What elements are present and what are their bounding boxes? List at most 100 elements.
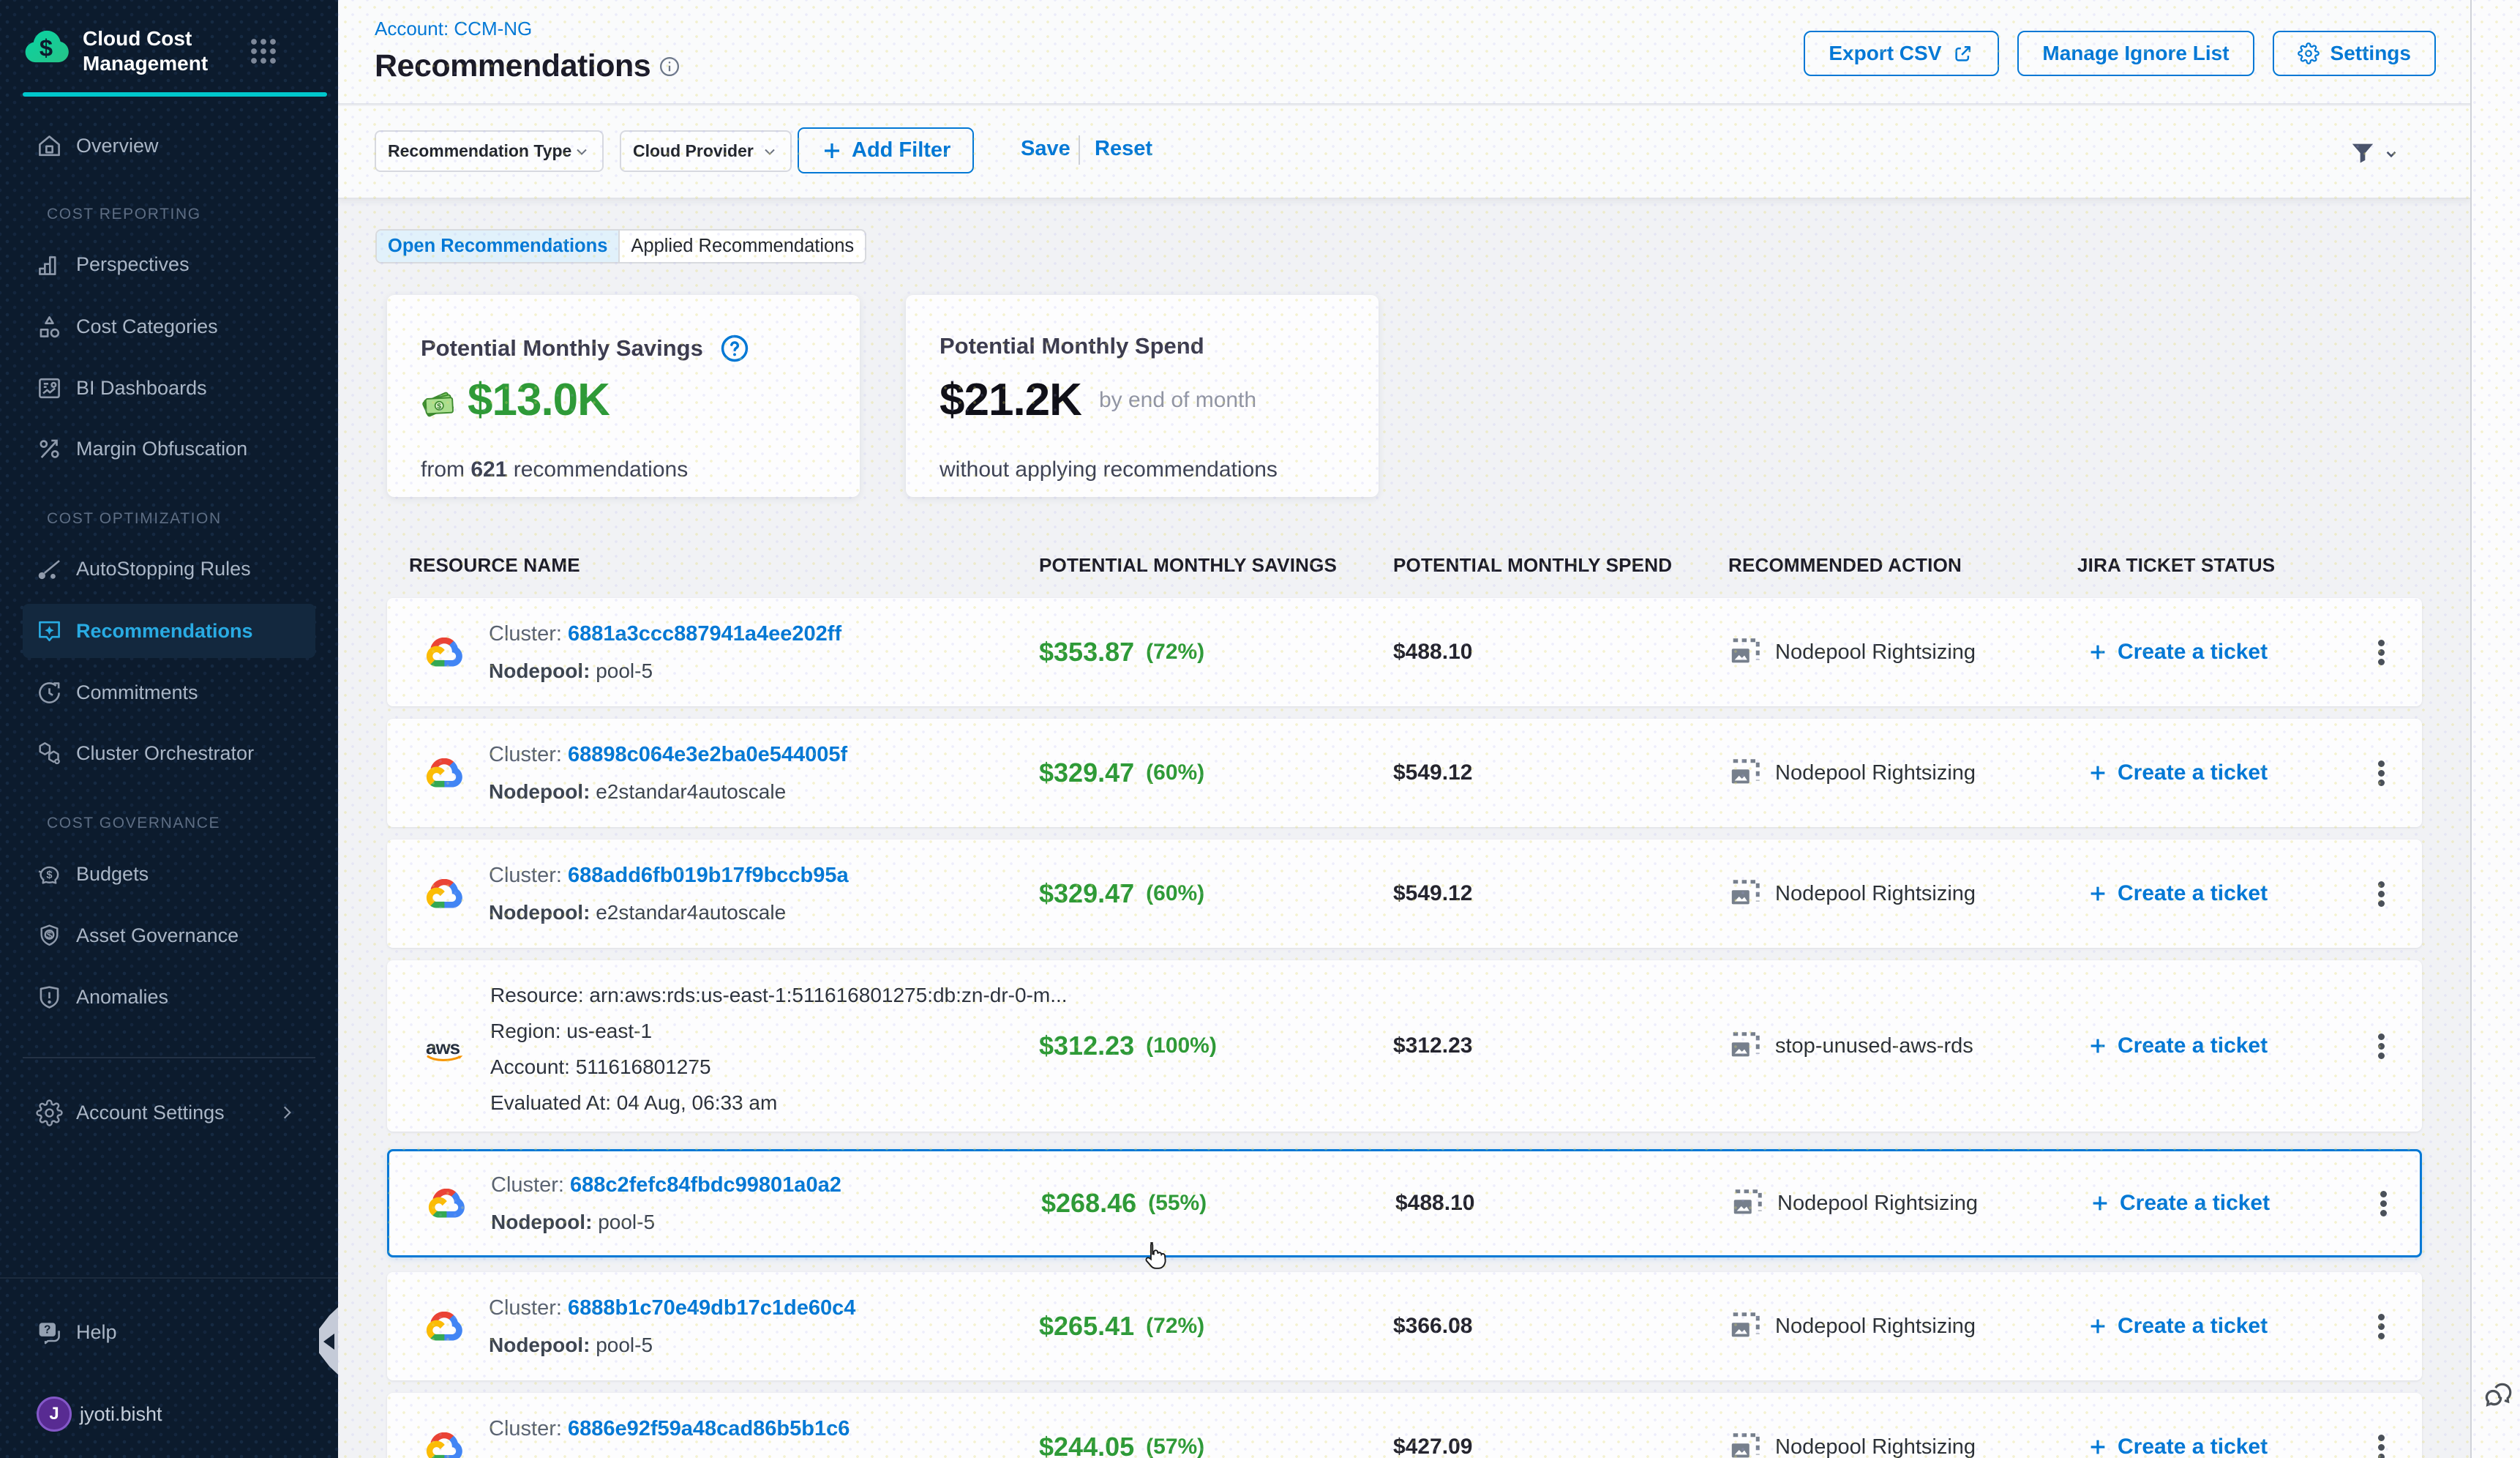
row-menu-button[interactable] <box>2370 840 2392 948</box>
sidebar-item-bi-dashboards[interactable]: BI Dashboards <box>23 364 315 411</box>
table-row[interactable]: Cluster: 688add6fb019b17f9bccb95a Nodepo… <box>387 840 2422 948</box>
savings-pct: (57%) <box>1146 1435 1204 1458</box>
action-label: Nodepool Rightsizing <box>1775 640 1976 665</box>
info-icon[interactable] <box>659 56 680 78</box>
sidebar-item-cluster-orchestrator[interactable]: Cluster Orchestrator <box>23 730 315 777</box>
cell-recommended-action: Nodepool Rightsizing <box>1728 1393 1976 1458</box>
manage-ignore-list-button[interactable]: Manage Ignore List <box>2017 31 2254 76</box>
cluster-link[interactable]: 688add6fb019b17f9bccb95a <box>568 864 849 887</box>
region-line: Region: us-east-1 <box>490 1013 1068 1049</box>
sidebar: $ Cloud Cost Management Overview COST RE… <box>0 0 338 1458</box>
summary-cards: Potential Monthly Savings $ $13.0K from … <box>387 295 1379 497</box>
row-menu-button[interactable] <box>2370 719 2392 827</box>
sidebar-item-recommendations[interactable]: Recommendations <box>23 604 315 658</box>
nodepool-line: Nodepool: e2standar4autoscale <box>489 901 849 924</box>
svg-text:$: $ <box>47 929 53 940</box>
cell-resource-name: Cluster: 6881a3ccc887941a4ee202ff Nodepo… <box>426 598 1377 706</box>
savings-value: $268.46 <box>1041 1188 1136 1219</box>
table-row[interactable]: Resource: arn:aws:rds:us-east-1:51161680… <box>387 960 2422 1132</box>
gcp-icon <box>426 1432 462 1458</box>
sidebar-item-perspectives[interactable]: Perspectives <box>23 241 315 288</box>
spend-value: $488.10 <box>1395 1191 1474 1216</box>
savings-value: $312.23 <box>1039 1031 1134 1061</box>
chat-launcher-icon[interactable] <box>2483 1381 2514 1412</box>
table-row[interactable]: Cluster: 68898c064e3e2ba0e544005f Nodepo… <box>387 719 2422 827</box>
sidebar-item-budgets[interactable]: $ Budgets <box>23 850 315 897</box>
row-menu-button[interactable] <box>2370 598 2392 706</box>
export-csv-button[interactable]: Export CSV <box>1804 31 1999 76</box>
collapse-left-icon <box>323 1334 334 1350</box>
svg-text:$: $ <box>437 403 442 411</box>
sidebar-item-overview[interactable]: Overview <box>23 122 315 169</box>
sidebar-collapse-button[interactable] <box>319 1307 338 1375</box>
savings-pct: (100%) <box>1146 1033 1217 1058</box>
nodepool-line: Nodepool: pool-5 <box>489 1454 850 1458</box>
page-title: Recommendations <box>375 48 650 84</box>
cell-recommended-action: Nodepool Rightsizing <box>1728 840 1976 948</box>
resource-name-text: Cluster: 688add6fb019b17f9bccb95a Nodepo… <box>489 864 849 924</box>
cloud-provider-dropdown[interactable]: Cloud Provider <box>620 130 792 172</box>
save-filter-link[interactable]: Save <box>1021 137 1070 161</box>
filter-panel-toggle[interactable] <box>2348 139 2401 168</box>
table-row-selected[interactable]: Cluster: 688c2fefc84fbdc99801a0a2 Nodepo… <box>387 1149 2422 1257</box>
kebab-dot <box>2378 770 2385 777</box>
module-grid-icon[interactable] <box>250 37 277 65</box>
autostopping-icon <box>36 556 63 583</box>
account-breadcrumb[interactable]: Account: CCM-NG <box>375 18 532 40</box>
cluster-line: Cluster: 6888b1c70e49db17c1de60c4 <box>489 1296 855 1320</box>
sidebar-item-label: Margin Obfuscation <box>76 438 247 460</box>
resource-name-text: Cluster: 68898c064e3e2ba0e544005f Nodepo… <box>489 743 847 804</box>
create-ticket-link[interactable]: Create a ticket <box>2087 760 2268 785</box>
cell-savings: $312.23 (100%) <box>1039 960 1217 1132</box>
table-row[interactable]: Cluster: 6888b1c70e49db17c1de60c4 Nodepo… <box>387 1272 2422 1380</box>
cluster-link[interactable]: 6881a3ccc887941a4ee202ff <box>568 622 841 646</box>
reset-filter-link[interactable]: Reset <box>1095 137 1152 161</box>
settings-button[interactable]: Settings <box>2273 31 2436 76</box>
sidebar-item-commitments[interactable]: Commitments <box>23 669 315 716</box>
sidebar-item-cost-categories[interactable]: Cost Categories <box>23 303 315 350</box>
recommendations-tabs: Open Recommendations Applied Recommendat… <box>375 229 866 263</box>
cluster-link[interactable]: 6888b1c70e49db17c1de60c4 <box>568 1296 855 1320</box>
action-label: Nodepool Rightsizing <box>1775 1435 1976 1458</box>
sidebar-item-user[interactable]: jyoti.bisht <box>57 1391 350 1438</box>
sidebar-item-help[interactable]: ? Help <box>23 1309 315 1356</box>
cluster-orchestrator-icon <box>36 740 63 767</box>
sidebar-item-asset-governance[interactable]: $ Asset Governance <box>23 912 315 959</box>
sidebar-item-anomalies[interactable]: Anomalies <box>23 973 315 1020</box>
resource-name-text: Cluster: 6881a3ccc887941a4ee202ff Nodepo… <box>489 622 841 683</box>
row-menu-button[interactable] <box>2370 1393 2392 1458</box>
svg-text:$: $ <box>46 870 52 881</box>
add-filter-button[interactable]: Add Filter <box>798 127 974 173</box>
col-savings: POTENTIAL MONTHLY SAVINGS <box>1039 554 1337 577</box>
create-ticket-link[interactable]: Create a ticket <box>2087 1314 2268 1339</box>
create-ticket-link[interactable]: Create a ticket <box>2087 640 2268 665</box>
sidebar-item-label: Account Settings <box>76 1102 225 1124</box>
create-ticket-link[interactable]: Create a ticket <box>2087 1435 2268 1458</box>
row-menu-button[interactable] <box>2372 1151 2394 1255</box>
cell-savings: $329.47(60%) <box>1039 719 1204 827</box>
row-menu-button[interactable] <box>2370 960 2392 1132</box>
create-ticket-link[interactable]: Create a ticket <box>2087 881 2268 906</box>
rightsizing-icon <box>1730 1186 1764 1220</box>
tab-applied-recommendations[interactable]: Applied Recommendations <box>620 231 865 262</box>
cluster-line: Cluster: 688c2fefc84fbdc99801a0a2 <box>491 1173 841 1197</box>
question-icon[interactable] <box>719 333 750 364</box>
sidebar-item-account-settings[interactable]: Account Settings <box>23 1089 315 1136</box>
tab-open-recommendations[interactable]: Open Recommendations <box>377 231 620 262</box>
help-chat-icon: ? <box>36 1319 63 1346</box>
table-row[interactable]: Cluster: 6881a3ccc887941a4ee202ff Nodepo… <box>387 598 2422 706</box>
cell-savings: $353.87(72%) <box>1039 598 1204 706</box>
table-row[interactable]: Cluster: 6886e92f59a48cad86b5b1c6 Nodepo… <box>387 1393 2422 1458</box>
row-menu-button[interactable] <box>2370 1272 2392 1380</box>
rightsizing-icon <box>1728 635 1762 669</box>
sidebar-item-autostopping[interactable]: AutoStopping Rules <box>23 545 315 592</box>
dashboard-icon <box>36 375 63 402</box>
create-ticket-link[interactable]: Create a ticket <box>2089 1191 2270 1216</box>
rightsizing-icon <box>1728 1430 1762 1458</box>
cluster-link[interactable]: 6886e92f59a48cad86b5b1c6 <box>568 1417 850 1440</box>
cluster-link[interactable]: 688c2fefc84fbdc99801a0a2 <box>570 1173 841 1197</box>
create-ticket-link[interactable]: Create a ticket <box>2087 1033 2268 1058</box>
sidebar-item-margin-obfuscation[interactable]: Margin Obfuscation <box>23 425 315 472</box>
recommendation-type-dropdown[interactable]: Recommendation Type <box>375 130 604 172</box>
cluster-link[interactable]: 68898c064e3e2ba0e544005f <box>568 743 847 766</box>
